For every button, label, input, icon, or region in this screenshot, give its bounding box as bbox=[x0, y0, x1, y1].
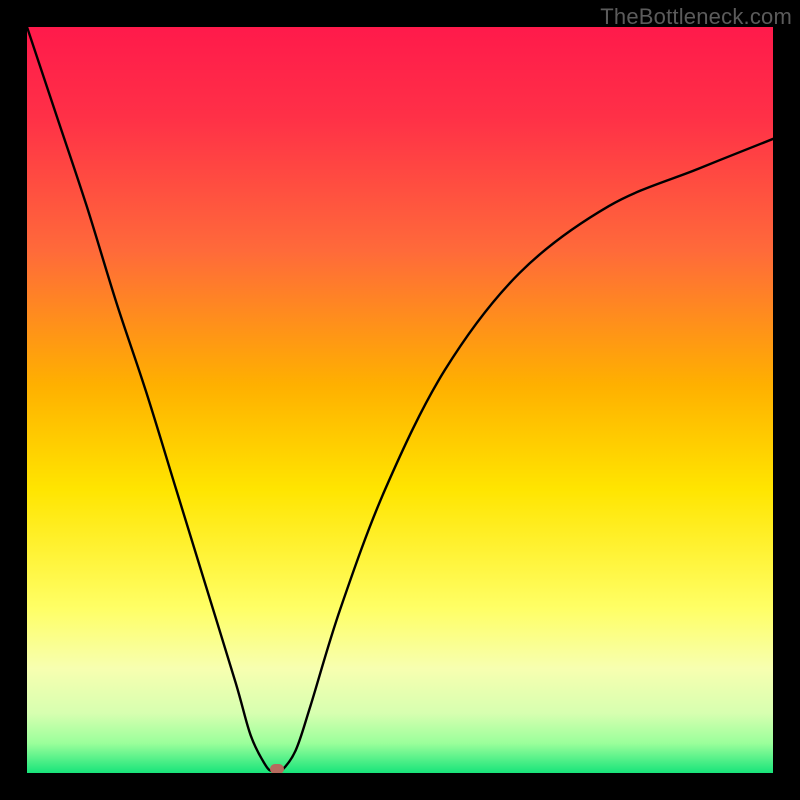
chart-svg bbox=[27, 27, 773, 773]
plot-area bbox=[27, 27, 773, 773]
chart-frame: TheBottleneck.com bbox=[0, 0, 800, 800]
gradient-background bbox=[27, 27, 773, 773]
optimal-point-marker bbox=[270, 764, 284, 773]
watermark-text: TheBottleneck.com bbox=[600, 4, 792, 30]
